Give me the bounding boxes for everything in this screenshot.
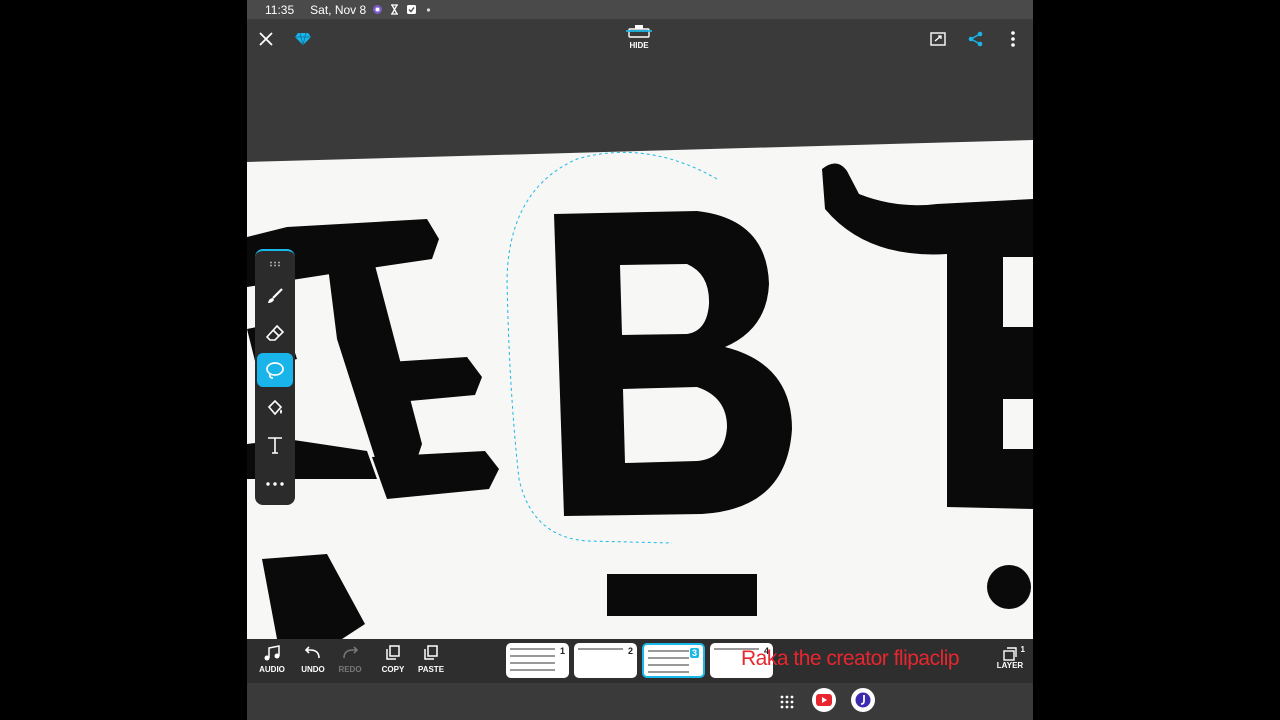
- hide-toolbar-icon: [626, 25, 652, 38]
- eraser-icon[interactable]: [257, 316, 293, 350]
- dot-icon: [423, 4, 434, 15]
- paste-label: PASTE: [417, 665, 445, 674]
- frame-thumbnail-2[interactable]: 2: [574, 643, 637, 678]
- frame-number: 3: [689, 648, 699, 658]
- watermark-text: Raka the creator flipaclip: [741, 647, 960, 670]
- undo-button[interactable]: UNDO: [293, 645, 333, 679]
- audio-label: AUDIO: [259, 665, 285, 674]
- frame-preview: [578, 646, 623, 654]
- circle-app-icon: [372, 4, 383, 15]
- drawing-canvas[interactable]: [247, 59, 1033, 639]
- dot-mark: [987, 565, 1031, 609]
- status-date: Sat, Nov 8: [310, 2, 367, 17]
- paste-icon: [424, 645, 438, 660]
- bottom-toolbar: AUDIO UNDO REDO COPY PASTE 1 2 3 4 Raka …: [247, 639, 1033, 683]
- layer-button[interactable]: 1 LAYER: [995, 645, 1025, 670]
- frame-thumbnail-3[interactable]: 3: [642, 643, 705, 678]
- frame-number: 1: [559, 646, 565, 656]
- fullscreen-icon[interactable]: [926, 27, 950, 51]
- layer-count: 1: [1020, 645, 1025, 654]
- more-horizontal-icon[interactable]: [257, 467, 293, 501]
- brush-icon[interactable]: [257, 279, 293, 313]
- frame-thumbnail-1[interactable]: 1: [506, 643, 569, 678]
- diamond-icon[interactable]: [291, 27, 315, 51]
- music-note-icon: [264, 645, 280, 661]
- youtube-icon[interactable]: [812, 688, 836, 712]
- copy-icon: [386, 645, 400, 660]
- drag-handle-icon[interactable]: [257, 253, 293, 275]
- close-icon[interactable]: [254, 27, 278, 51]
- app-screen: 11:35 Sat, Nov 8 HIDE AUDIO UNDO REDO CO…: [247, 0, 1033, 720]
- app-icon[interactable]: [851, 688, 875, 712]
- frame-number: 2: [627, 646, 633, 656]
- redo-icon: [343, 646, 359, 659]
- copy-label: COPY: [381, 665, 405, 674]
- audio-button[interactable]: AUDIO: [252, 645, 292, 679]
- system-nav-bar: [247, 683, 1033, 720]
- share-icon[interactable]: [964, 27, 988, 51]
- tool-palette: [255, 249, 295, 505]
- copy-button[interactable]: COPY: [373, 645, 413, 679]
- undo-icon: [304, 646, 320, 659]
- hourglass-icon: [389, 4, 400, 15]
- top-toolbar: HIDE: [247, 19, 1033, 59]
- status-time: 11:35: [265, 2, 295, 17]
- paste-button[interactable]: PASTE: [411, 645, 451, 679]
- underscore-mark: [607, 574, 757, 616]
- more-vertical-icon[interactable]: [1001, 27, 1025, 51]
- redo-button[interactable]: REDO: [330, 645, 370, 679]
- fill-bucket-icon[interactable]: [257, 391, 293, 425]
- layers-icon: 1: [995, 645, 1025, 661]
- app-grid-icon[interactable]: [780, 695, 794, 714]
- status-bar: 11:35 Sat, Nov 8: [247, 0, 1033, 19]
- lasso-icon[interactable]: [257, 353, 293, 387]
- letter-b: [554, 211, 792, 516]
- hide-button[interactable]: HIDE: [619, 23, 659, 57]
- layer-label: LAYER: [996, 661, 1024, 670]
- text-icon[interactable]: [257, 428, 293, 462]
- hide-label: HIDE: [629, 41, 649, 50]
- frame-preview: [648, 648, 689, 673]
- frame-preview: [510, 646, 555, 675]
- undo-label: UNDO: [301, 665, 325, 674]
- redo-label: REDO: [338, 665, 362, 674]
- canvas-drawing[interactable]: [247, 59, 1033, 639]
- checkbox-icon: [406, 4, 417, 15]
